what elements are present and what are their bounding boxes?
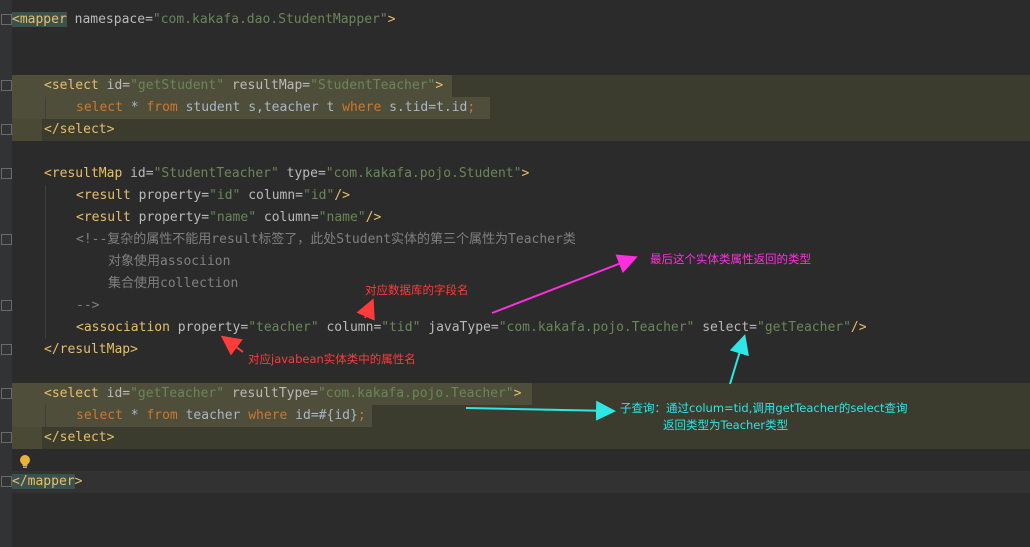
annotation-bean-prop: 对应javabean实体类中的属性名 — [248, 352, 416, 366]
arrow-subquery-sql — [465, 400, 616, 421]
annotation-return-type: 最后这个实体类属性返回的类型 — [650, 252, 811, 266]
annotation-subquery-1: 子查询：通过colum=tid,调用getTeacher的select查询 — [620, 401, 908, 415]
arrow-bean-prop — [220, 335, 244, 356]
arrow-subquery-select — [729, 334, 749, 385]
annotation-subquery-2: 返回类型为Teacher类型 — [663, 418, 789, 432]
annotation-arrows — [220, 254, 749, 421]
arrow-return-type — [491, 254, 638, 314]
arrow-db-field — [356, 298, 375, 321]
annotation-db-field: 对应数据库的字段名 — [365, 283, 469, 297]
